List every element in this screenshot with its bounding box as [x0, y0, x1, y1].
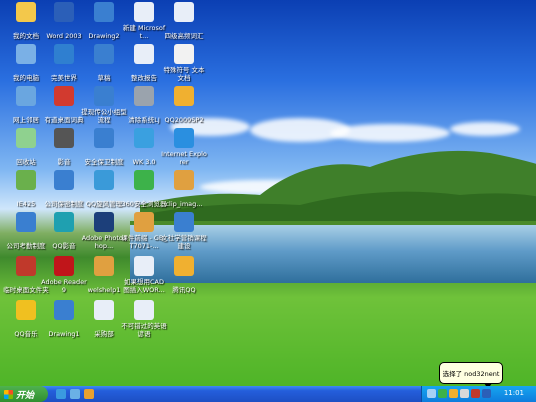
archive-icon [16, 170, 36, 190]
desktop-icon-label: 草稿 [97, 74, 111, 82]
dictionary-icon [54, 86, 74, 106]
document-icon [174, 2, 194, 22]
desktop-icon-label: QQ旋风管理 [85, 200, 123, 208]
cloud [330, 124, 450, 142]
drawing-icon [54, 170, 74, 190]
ie-quicklaunch-icon[interactable] [56, 389, 66, 399]
desktop-icon[interactable]: 四级高频词汇 [160, 2, 208, 42]
drawing-icon [174, 212, 194, 232]
computer-icon [16, 44, 36, 64]
drawing-icon [94, 44, 114, 64]
cloud [450, 122, 520, 136]
desktop-icon-label: welshelp1 [87, 286, 121, 294]
drawing-icon [94, 2, 114, 22]
desktop-icon-label: 有道桌面词典 [44, 116, 84, 124]
start-button[interactable]: 开始 [0, 386, 48, 402]
word-icon [54, 2, 74, 22]
desktop-icon-label: 安全保卫制度 [84, 158, 124, 166]
desktop-icon-label: 不可错过的英语谚语 [121, 322, 167, 338]
drawing-icon [54, 300, 74, 320]
batch-file-icon [134, 86, 154, 106]
desktop-icon[interactable]: 文社学营销课程建设 [160, 212, 208, 252]
desktop-icon-label: 特殊符号 文本文档 [163, 66, 205, 82]
desktop-icon-label: Drawing1 [48, 330, 80, 338]
desktop-icon-label: 网上邻居 [13, 116, 39, 124]
desktop-icon-label: clip_imag... [165, 200, 203, 208]
game-icon [54, 44, 74, 64]
qq-player-icon [54, 212, 74, 232]
antivirus-icon[interactable] [471, 389, 480, 398]
windows-flag-icon [4, 389, 13, 399]
image-icon [174, 170, 194, 190]
clock[interactable]: 11:01 [504, 389, 524, 397]
text-file-icon [94, 256, 114, 276]
document-icon [134, 300, 154, 320]
app-icon [134, 128, 154, 148]
desktop-icon[interactable]: clip_imag... [160, 170, 208, 210]
desktop-icon-label: Drawing2 [88, 32, 120, 40]
balloon-text: 选择了 nod32nent [442, 370, 500, 378]
desktop-icon[interactable]: 特殊符号 文本文档 [160, 44, 208, 84]
desktop-icon-label: QQ影音 [52, 242, 76, 250]
system-tray: 11:01 [421, 386, 536, 402]
desktop-icon[interactable]: 不可错过的英语谚语 [120, 300, 168, 340]
desktop-icon-label: 我的文档 [13, 32, 39, 40]
document-icon [94, 300, 114, 320]
volume-icon[interactable] [460, 389, 469, 398]
drawing-icon [94, 86, 114, 106]
document-icon [134, 44, 154, 64]
network-icon [16, 86, 36, 106]
desktop-icon-label: 腾讯QQ [172, 286, 196, 294]
desktop-icon-label: 公司保密制度 [44, 200, 84, 208]
desktop-icon-label: Internet Explorer [161, 150, 207, 166]
browser-360-icon [134, 170, 154, 190]
network-icon[interactable] [427, 389, 436, 398]
shield-icon[interactable] [438, 389, 447, 398]
drawing-icon [94, 128, 114, 148]
qq-music-icon [16, 300, 36, 320]
desktop-icon-label: 四级高频词汇 [164, 32, 204, 40]
desktop-quicklaunch-icon[interactable] [70, 389, 80, 399]
desktop-icon[interactable]: QQ2009SP2 [160, 86, 208, 126]
text-file-icon [174, 44, 194, 64]
desktop-icon-label: 清除系统LJ [128, 116, 160, 124]
desktop-icon-label: IE425 [16, 200, 36, 208]
desktop-icon-label: 影音 [57, 158, 71, 166]
ie-icon [174, 128, 194, 148]
start-label: 开始 [16, 390, 35, 401]
desktop-icon-label: QQ音乐 [14, 330, 38, 338]
photoshop-icon [94, 212, 114, 232]
desktop-icon-label: 文社学营销课程建设 [161, 234, 207, 250]
desktop-icon-label: Word 2003 [46, 32, 82, 40]
desktop-icon-label: 我的电脑 [13, 74, 39, 82]
qq-icon [174, 256, 194, 276]
desktop-icon-label: 完美世界 [51, 74, 77, 82]
desktop-icon-label: WK 3.0 [132, 158, 156, 166]
recycle-bin-icon [16, 128, 36, 148]
media-quicklaunch-icon[interactable] [84, 389, 94, 399]
taskbar: 开始 11:01 [0, 386, 536, 402]
desktop-icon-label: QQ2009SP2 [164, 116, 204, 124]
ime-icon[interactable] [482, 389, 491, 398]
desktop-icon-label: 回收站 [16, 158, 36, 166]
image-icon [134, 212, 154, 232]
qq-icon[interactable] [449, 389, 458, 398]
document-icon [134, 2, 154, 22]
notification-balloon[interactable]: 选择了 nod32nent [439, 362, 503, 389]
pdf-icon [54, 256, 74, 276]
desktop-icon[interactable]: Internet Explorer [160, 128, 208, 168]
qq-icon [174, 86, 194, 106]
archive-icon [16, 256, 36, 276]
folder-icon [16, 2, 36, 22]
desktop-icon[interactable]: 腾讯QQ [160, 256, 208, 296]
media-icon [54, 128, 74, 148]
desktop-icon-label: 采购部 [94, 330, 114, 338]
document-icon [134, 256, 154, 276]
desktop-icon-label: 整改报告 [131, 74, 157, 82]
drawing-icon [16, 212, 36, 232]
qq-whirlwind-icon [94, 170, 114, 190]
